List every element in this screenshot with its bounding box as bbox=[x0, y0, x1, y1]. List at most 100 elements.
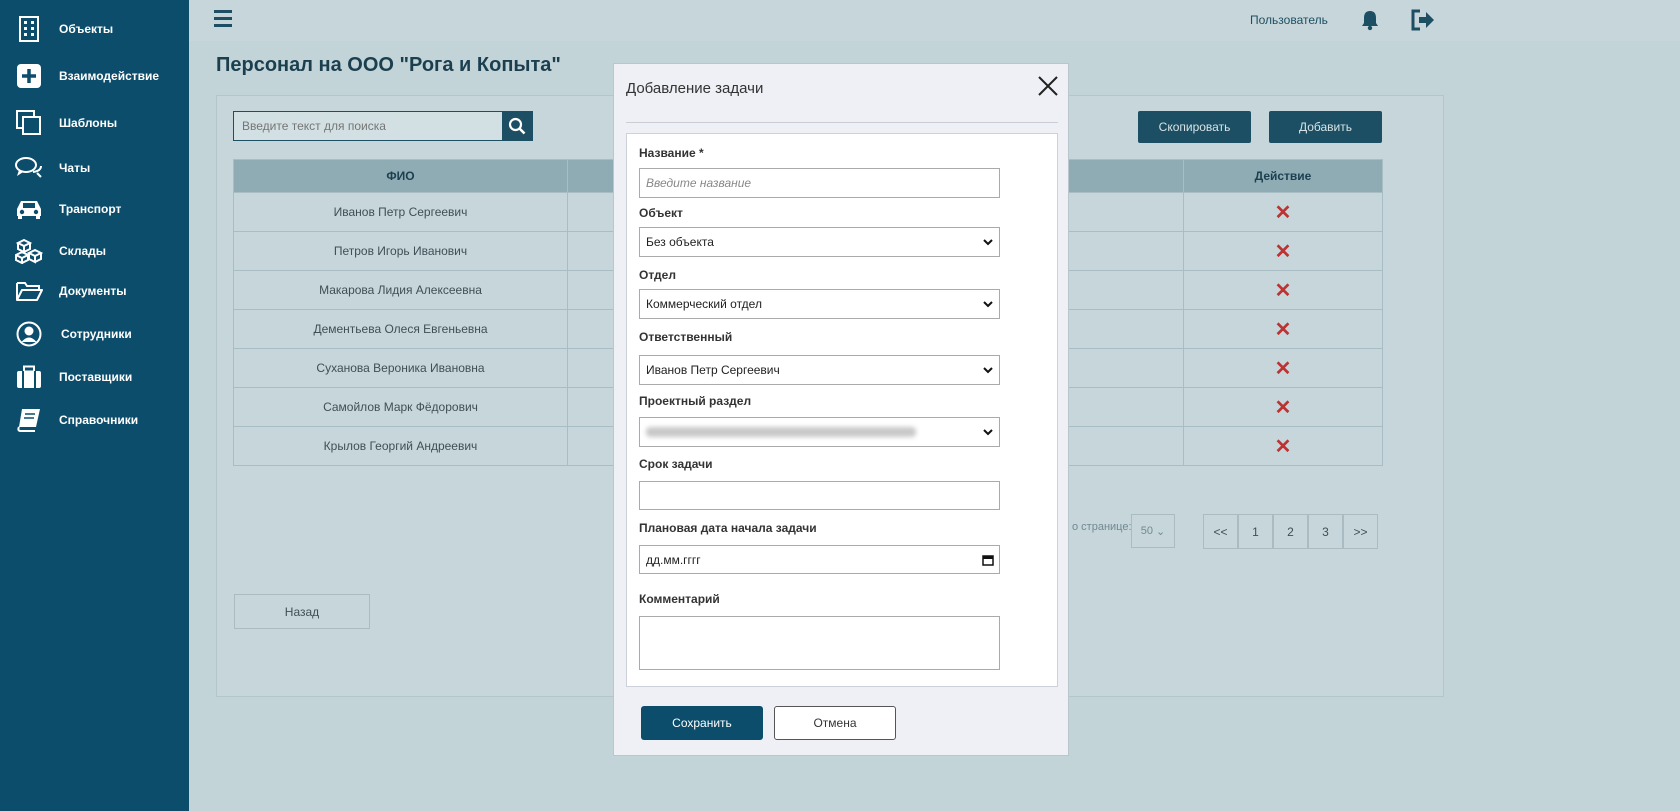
car-icon bbox=[15, 195, 43, 223]
page-1[interactable]: 1 bbox=[1238, 514, 1273, 549]
add-task-modal: Добавление задачи Название * Введите наз… bbox=[613, 63, 1069, 756]
cell-name: Самойлов Марк Фёдорович bbox=[233, 387, 568, 427]
pagination: << 1 2 3 >> bbox=[1203, 514, 1378, 549]
project-section-label: Проектный раздел bbox=[639, 394, 752, 408]
delete-icon[interactable]: ✕ bbox=[1275, 358, 1292, 380]
sidebar-item-label: Поставщики bbox=[59, 370, 133, 384]
chevron-down-icon bbox=[983, 367, 993, 374]
folder-icon bbox=[15, 277, 43, 305]
search-icon bbox=[508, 117, 526, 135]
page-title: Персонал на ООО "Рога и Копыта" bbox=[216, 54, 561, 76]
briefcase-icon bbox=[15, 363, 43, 391]
sidebar-item-label: Шаблоны bbox=[59, 116, 118, 130]
name-field[interactable]: Введите название bbox=[639, 168, 1000, 198]
page-3[interactable]: 3 bbox=[1308, 514, 1343, 549]
responsible-value: Иванов Петр Сергеевич bbox=[646, 363, 780, 377]
sidebar-item-label: Транспорт bbox=[59, 202, 122, 216]
comment-textarea[interactable] bbox=[639, 616, 1000, 670]
deadline-label: Срок задачи bbox=[639, 457, 713, 471]
search-button[interactable] bbox=[502, 112, 532, 140]
object-label: Объект bbox=[639, 206, 683, 220]
per-page-label: о странице: bbox=[1072, 521, 1132, 533]
sidebar-item-label: Взаимодействие bbox=[59, 69, 160, 83]
sidebar: Объекты Взаимодействие Шаблоны Чаты Тран… bbox=[0, 0, 189, 811]
delete-icon[interactable]: ✕ bbox=[1275, 241, 1292, 263]
copy-icon bbox=[15, 109, 43, 137]
per-page-select[interactable]: 50 ⌄ bbox=[1131, 514, 1175, 548]
sidebar-item-label: Справочники bbox=[59, 413, 139, 427]
sidebar-item-interaction[interactable]: Взаимодействие bbox=[0, 58, 189, 94]
page-last[interactable]: >> bbox=[1343, 514, 1378, 549]
boxes-icon bbox=[15, 237, 43, 265]
project-section-select[interactable] bbox=[639, 417, 1000, 447]
book-icon bbox=[15, 406, 43, 434]
save-button[interactable]: Сохранить bbox=[641, 706, 763, 740]
responsible-select[interactable]: Иванов Петр Сергеевич bbox=[639, 355, 1000, 385]
delete-icon[interactable]: ✕ bbox=[1275, 280, 1292, 302]
sidebar-item-objects[interactable]: Объекты bbox=[0, 11, 189, 47]
sidebar-item-templates[interactable]: Шаблоны bbox=[0, 105, 189, 141]
modal-title: Добавление задачи bbox=[626, 80, 764, 97]
divider bbox=[626, 122, 1058, 123]
cell-name: Суханова Вероника Ивановна bbox=[233, 348, 568, 388]
project-section-value-redacted bbox=[646, 427, 916, 437]
page-first[interactable]: << bbox=[1203, 514, 1238, 549]
sidebar-item-label: Чаты bbox=[59, 161, 91, 175]
copy-button[interactable]: Скопировать bbox=[1138, 111, 1251, 143]
column-header-name: ФИО bbox=[233, 159, 568, 193]
task-form: Название * Введите название Объект Без о… bbox=[626, 133, 1058, 687]
close-icon[interactable] bbox=[1036, 74, 1060, 98]
calendar-icon[interactable] bbox=[982, 554, 994, 566]
building-icon bbox=[15, 15, 43, 43]
per-page-value: 50 bbox=[1140, 525, 1153, 537]
comment-label: Комментарий bbox=[639, 592, 720, 606]
delete-icon[interactable]: ✕ bbox=[1275, 319, 1292, 341]
chevron-down-icon bbox=[983, 239, 993, 246]
user-label[interactable]: Пользователь bbox=[1250, 13, 1328, 27]
cell-name: Петров Игорь Иванович bbox=[233, 231, 568, 271]
chat-icon bbox=[15, 154, 43, 182]
sidebar-item-transport[interactable]: Транспорт bbox=[0, 191, 189, 227]
sidebar-item-documents[interactable]: Документы bbox=[0, 273, 189, 309]
chevron-down-icon bbox=[983, 429, 993, 436]
cell-name: Макарова Лидия Алексеевна bbox=[233, 270, 568, 310]
sidebar-item-employees[interactable]: Сотрудники bbox=[0, 316, 189, 352]
bell-icon[interactable] bbox=[1360, 9, 1380, 31]
object-select[interactable]: Без объекта bbox=[639, 227, 1000, 257]
logout-icon[interactable] bbox=[1410, 9, 1436, 31]
name-placeholder: Введите название bbox=[646, 176, 752, 190]
department-label: Отдел bbox=[639, 268, 676, 282]
name-label: Название * bbox=[639, 146, 704, 160]
top-bar: Пользователь bbox=[189, 0, 1680, 41]
cell-name: Дементьева Олеся Евгеньевна bbox=[233, 309, 568, 349]
column-header-action: Действие bbox=[1183, 159, 1383, 193]
object-value: Без объекта bbox=[646, 235, 714, 249]
plus-square-icon bbox=[15, 62, 43, 90]
search-input[interactable] bbox=[234, 112, 502, 140]
add-button[interactable]: Добавить bbox=[1269, 111, 1382, 143]
responsible-label: Ответственный bbox=[639, 330, 733, 344]
sidebar-item-label: Документы bbox=[59, 284, 127, 298]
deadline-field[interactable] bbox=[639, 481, 1000, 510]
delete-icon[interactable]: ✕ bbox=[1275, 397, 1292, 419]
chevron-down-icon bbox=[983, 301, 993, 308]
cell-name: Иванов Петр Сергеевич bbox=[233, 192, 568, 232]
department-value: Коммерческий отдел bbox=[646, 297, 762, 311]
delete-icon[interactable]: ✕ bbox=[1275, 202, 1292, 224]
sidebar-item-chats[interactable]: Чаты bbox=[0, 150, 189, 186]
delete-icon[interactable]: ✕ bbox=[1275, 436, 1292, 458]
start-date-label: Плановая дата начала задачи bbox=[639, 521, 817, 535]
page-2[interactable]: 2 bbox=[1273, 514, 1308, 549]
start-date-field[interactable]: дд.мм.гггг bbox=[639, 545, 1000, 574]
back-button[interactable]: Назад bbox=[234, 594, 370, 629]
sidebar-item-label: Сотрудники bbox=[61, 327, 132, 341]
department-select[interactable]: Коммерческий отдел bbox=[639, 289, 1000, 319]
menu-icon[interactable] bbox=[214, 10, 232, 28]
sidebar-item-label: Объекты bbox=[59, 22, 114, 36]
user-circle-icon bbox=[15, 320, 43, 348]
sidebar-item-references[interactable]: Справочники bbox=[0, 402, 189, 438]
sidebar-item-label: Склады bbox=[59, 244, 106, 258]
sidebar-item-warehouses[interactable]: Склады bbox=[0, 233, 189, 269]
cancel-button[interactable]: Отмена bbox=[774, 706, 896, 740]
sidebar-item-suppliers[interactable]: Поставщики bbox=[0, 359, 189, 395]
